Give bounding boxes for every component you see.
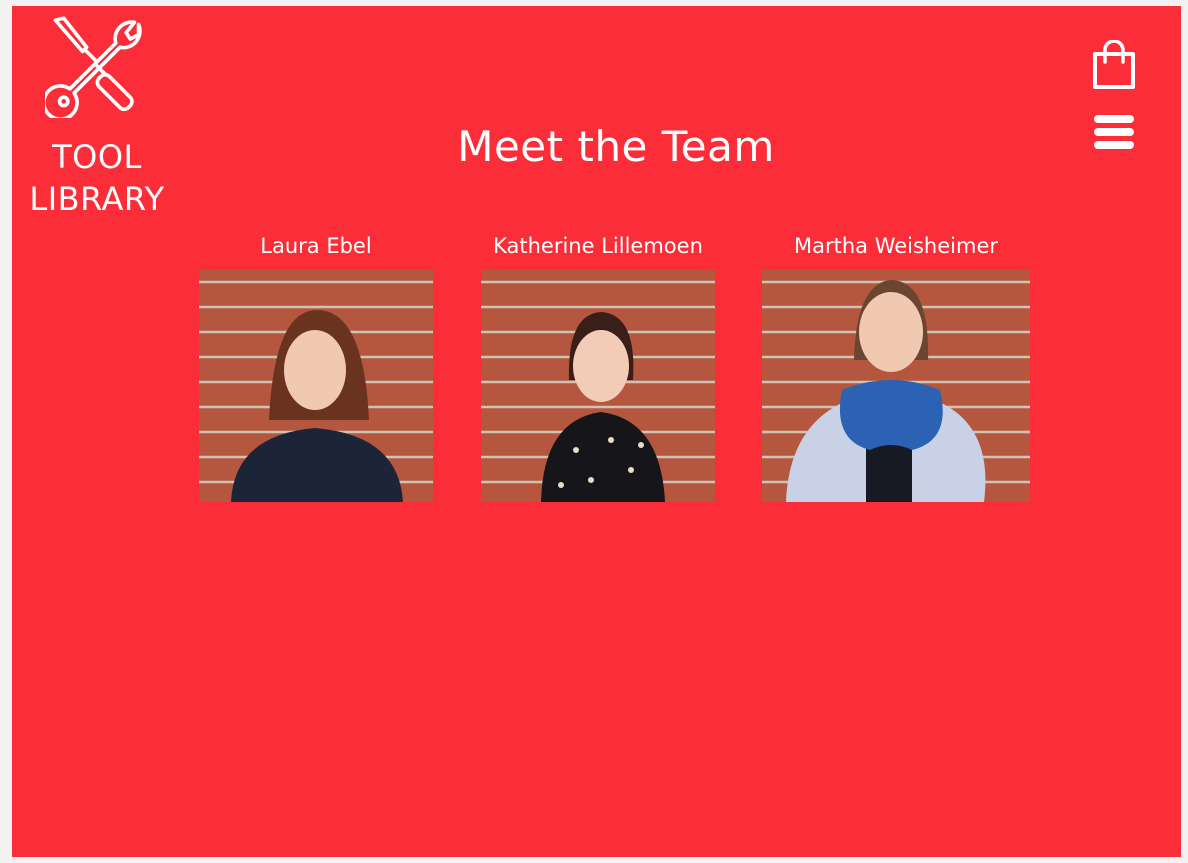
team-member-card: Katherine Lillemoen bbox=[481, 232, 715, 502]
team-member-card: Martha Weisheimer bbox=[762, 232, 1030, 502]
team-member-photo bbox=[481, 270, 715, 502]
tools-icon bbox=[45, 16, 142, 118]
team-member-name: Katherine Lillemoen bbox=[493, 234, 703, 258]
team-member-card: Laura Ebel bbox=[199, 232, 433, 502]
team-member-photo bbox=[199, 270, 433, 502]
page-container: TOOL LIBRARY Meet the Team Laura Ebel Ka… bbox=[12, 6, 1181, 857]
logo-text-line2: LIBRARY bbox=[29, 180, 165, 218]
page-title: Meet the Team bbox=[457, 122, 775, 171]
home-logo-link[interactable]: TOOL LIBRARY bbox=[22, 14, 172, 220]
team-member-name: Martha Weisheimer bbox=[793, 234, 998, 258]
team-member-name: Laura Ebel bbox=[260, 234, 372, 258]
shopping-bag-icon[interactable] bbox=[1092, 39, 1136, 90]
team-member-photo bbox=[762, 270, 1030, 502]
